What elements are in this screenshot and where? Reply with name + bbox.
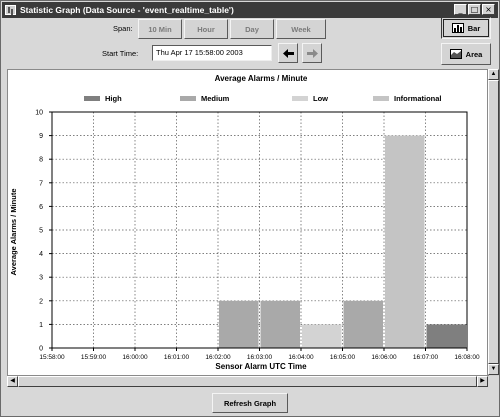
span-label: Span: xyxy=(113,24,133,33)
x-axis-label: Sensor Alarm UTC Time xyxy=(215,362,307,371)
minimize-button[interactable]: _ xyxy=(454,4,467,15)
x-tick-label: 16:01:00 xyxy=(164,354,190,361)
legend-label-informational: Informational xyxy=(394,94,442,103)
chart-legend: High Medium Low Informational xyxy=(84,94,442,103)
y-tick-label: 1 xyxy=(39,322,43,329)
scroll-right-button[interactable]: ▶ xyxy=(477,376,488,387)
y-tick-label: 10 xyxy=(35,110,43,117)
start-time-label: Start Time: xyxy=(102,49,139,58)
bar-chart-icon xyxy=(451,23,464,33)
horizontal-scroll-thumb[interactable] xyxy=(18,376,477,387)
bar-160700-high xyxy=(426,324,466,348)
bar-view-label: Bar xyxy=(467,23,481,33)
y-tick-label: 4 xyxy=(39,251,43,258)
y-tick-label: 0 xyxy=(39,346,43,353)
x-tick-label: 16:00:00 xyxy=(122,354,148,361)
window-title: Statistic Graph (Data Source - 'event_re… xyxy=(20,5,234,15)
previous-time-button[interactable] xyxy=(278,43,298,63)
scroll-up-button[interactable]: ▲ xyxy=(488,69,499,80)
statistic-graph-window: Statistic Graph (Data Source - 'event_re… xyxy=(0,0,500,417)
vertical-scrollbar[interactable]: ▲ ▼ xyxy=(488,69,499,376)
y-tick-label: 8 xyxy=(39,157,43,164)
span-10min-button[interactable]: 10 Min xyxy=(138,19,182,39)
y-tick-label: 6 xyxy=(39,204,43,211)
close-button[interactable]: × xyxy=(482,4,495,15)
title-bar[interactable]: Statistic Graph (Data Source - 'event_re… xyxy=(2,2,498,18)
bar-160300-medium xyxy=(260,300,300,348)
legend-swatch-medium xyxy=(180,96,196,101)
start-time-field[interactable]: Thu Apr 17 15:58:00 2003 xyxy=(152,45,272,61)
x-tick-label: 16:07:00 xyxy=(413,354,439,361)
legend-label-high: High xyxy=(105,94,122,103)
y-axis: 0 1 2 3 4 5 6 7 8 9 10 xyxy=(35,110,52,353)
scroll-down-button[interactable]: ▼ xyxy=(488,364,499,375)
vertical-scroll-thumb[interactable] xyxy=(488,80,499,364)
y-tick-label: 3 xyxy=(39,275,43,282)
scroll-left-button[interactable]: ◀ xyxy=(7,376,18,387)
span-hour-button[interactable]: Hour xyxy=(184,19,228,39)
y-tick-label: 2 xyxy=(39,298,43,305)
left-arrow-icon xyxy=(282,48,294,58)
bar-160500-medium xyxy=(343,300,383,348)
x-tick-label: 16:02:00 xyxy=(205,354,231,361)
legend-swatch-high xyxy=(84,96,100,101)
legend-label-medium: Medium xyxy=(201,94,230,103)
span-day-button[interactable]: Day xyxy=(230,19,274,39)
x-tick-label: 15:59:00 xyxy=(81,354,107,361)
y-tick-label: 7 xyxy=(39,180,43,187)
x-tick-label: 16:04:00 xyxy=(288,354,314,361)
legend-label-low: Low xyxy=(313,94,328,103)
right-arrow-icon xyxy=(306,48,318,58)
x-axis: 15:58:00 15:59:00 16:00:00 16:01:00 16:02:00… xyxy=(39,348,480,361)
x-tick-label: 16:06:00 xyxy=(371,354,397,361)
legend-swatch-informational xyxy=(373,96,389,101)
bar-160400-low xyxy=(302,324,342,348)
y-axis-label: Average Alarms / Minute xyxy=(9,189,18,276)
bar-160600-informational xyxy=(385,135,425,348)
legend-swatch-low xyxy=(292,96,308,101)
bar-view-button[interactable]: Bar xyxy=(441,17,491,39)
x-tick-label: 16:05:00 xyxy=(330,354,356,361)
area-view-label: Area xyxy=(465,49,483,59)
app-icon xyxy=(5,5,16,15)
y-tick-label: 5 xyxy=(39,228,43,235)
span-week-button[interactable]: Week xyxy=(276,19,326,39)
y-tick-label: 9 xyxy=(39,133,43,140)
alarm-bar-chart: Average Alarms / Minute High Medium Low Inf… xyxy=(9,74,480,371)
refresh-graph-button[interactable]: Refresh Graph xyxy=(212,393,288,413)
chart-panel: Average Alarms / Minute High Medium Low Inf… xyxy=(7,69,488,376)
horizontal-scrollbar[interactable]: ◀ ▶ xyxy=(7,376,488,387)
window-controls: _ □ × xyxy=(454,4,495,15)
area-view-button[interactable]: Area xyxy=(441,43,491,65)
bar-160200-medium xyxy=(219,300,259,348)
area-chart-icon xyxy=(449,49,462,59)
x-tick-label: 16:03:00 xyxy=(247,354,273,361)
x-tick-label: 15:58:00 xyxy=(39,354,65,361)
chart-title: Average Alarms / Minute xyxy=(215,74,308,83)
next-time-button[interactable] xyxy=(302,43,322,63)
maximize-button[interactable]: □ xyxy=(468,4,481,15)
x-tick-label: 16:08:00 xyxy=(454,354,480,361)
